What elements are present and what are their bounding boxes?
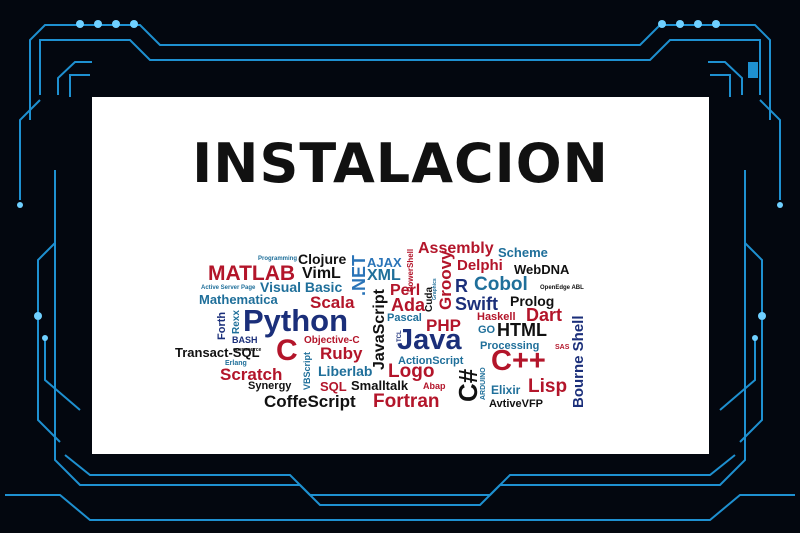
page-title: INSTALACION [192,132,609,195]
title-card: INSTALACION [92,97,709,454]
